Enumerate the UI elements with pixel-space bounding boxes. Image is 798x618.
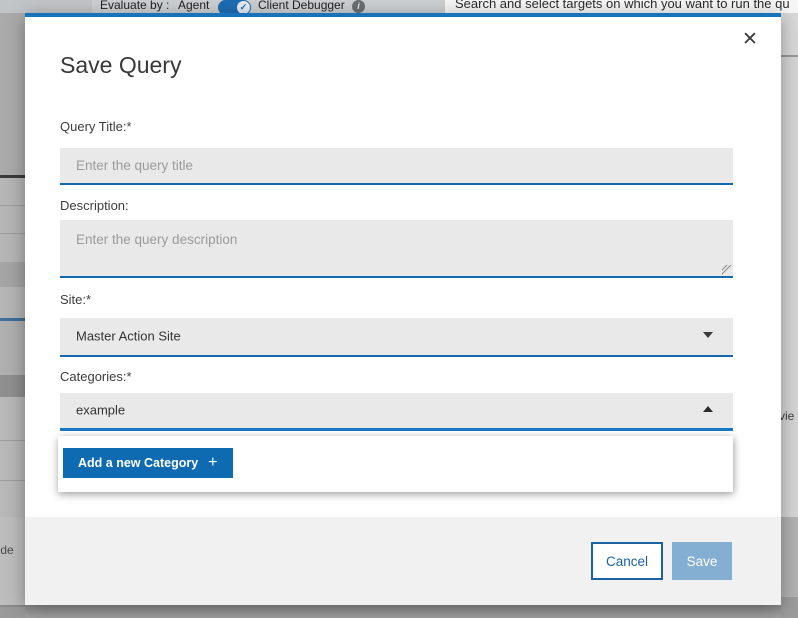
save-button[interactable]: Save [672,542,732,580]
save-query-modal: ✕ Save Query Query Title:* Description: … [25,13,781,605]
evaluate-by-label: Evaluate by : [100,0,169,12]
cancel-button[interactable]: Cancel [591,542,663,580]
bg-band [0,517,25,605]
background-right-strip: vie [781,13,798,618]
chevron-up-icon [703,406,713,412]
bg-band [0,13,25,175]
bg-band [0,397,25,517]
background-partial-text-right: vie [781,409,794,423]
bg-band [0,321,25,375]
bg-band [0,375,25,397]
bg-divider [0,440,25,441]
bg-band [0,607,25,618]
bg-divider [0,205,25,206]
query-title-input[interactable] [60,148,733,185]
bg-band [0,178,25,262]
client-debugger-label: Client Debugger [258,0,345,12]
chevron-down-icon [703,332,713,338]
agent-label: Agent [178,0,209,12]
plus-icon: + [208,455,217,471]
site-label: Site:* [60,292,91,307]
bg-band [0,287,25,318]
description-textarea[interactable] [60,220,733,278]
modal-footer: Cancel Save [25,517,781,605]
modal-title: Save Query [60,52,181,79]
client-debugger-toggle[interactable]: ✓ [218,0,251,13]
categories-dropdown-panel: Add a new Category + [58,436,733,492]
info-icon[interactable]: i [352,0,365,13]
bg-band [781,13,798,55]
add-category-button-label: Add a new Category [78,456,198,470]
categories-select[interactable]: example [60,393,733,431]
bg-divider [0,480,25,481]
bg-divider [781,55,798,57]
categories-label: Categories:* [60,369,132,384]
categories-select-value: example [76,402,125,417]
bg-band [781,517,798,597]
close-icon[interactable]: ✕ [737,27,763,53]
toggle-check-icon: ✓ [237,1,250,13]
add-category-button[interactable]: Add a new Category + [63,448,233,478]
resize-grip-icon[interactable] [722,265,732,275]
background-partial-text-left: Ide [0,543,14,557]
modal-accent-border [25,13,781,17]
search-instruction-text: Search and select targets on which you w… [455,0,790,11]
background-left-strip: Ide [0,13,25,618]
top-bar-left-block [0,0,92,13]
bg-band [0,262,25,287]
background-bottom-strip [25,605,781,618]
description-label: Description: [60,198,129,213]
page-top-bar: Evaluate by : Agent ✓ Client Debugger i … [0,0,798,13]
bg-divider [0,233,25,234]
bg-band [781,597,798,618]
query-title-label: Query Title:* [60,119,132,134]
site-select-value: Master Action Site [76,328,181,343]
site-select[interactable]: Master Action Site [60,318,733,357]
